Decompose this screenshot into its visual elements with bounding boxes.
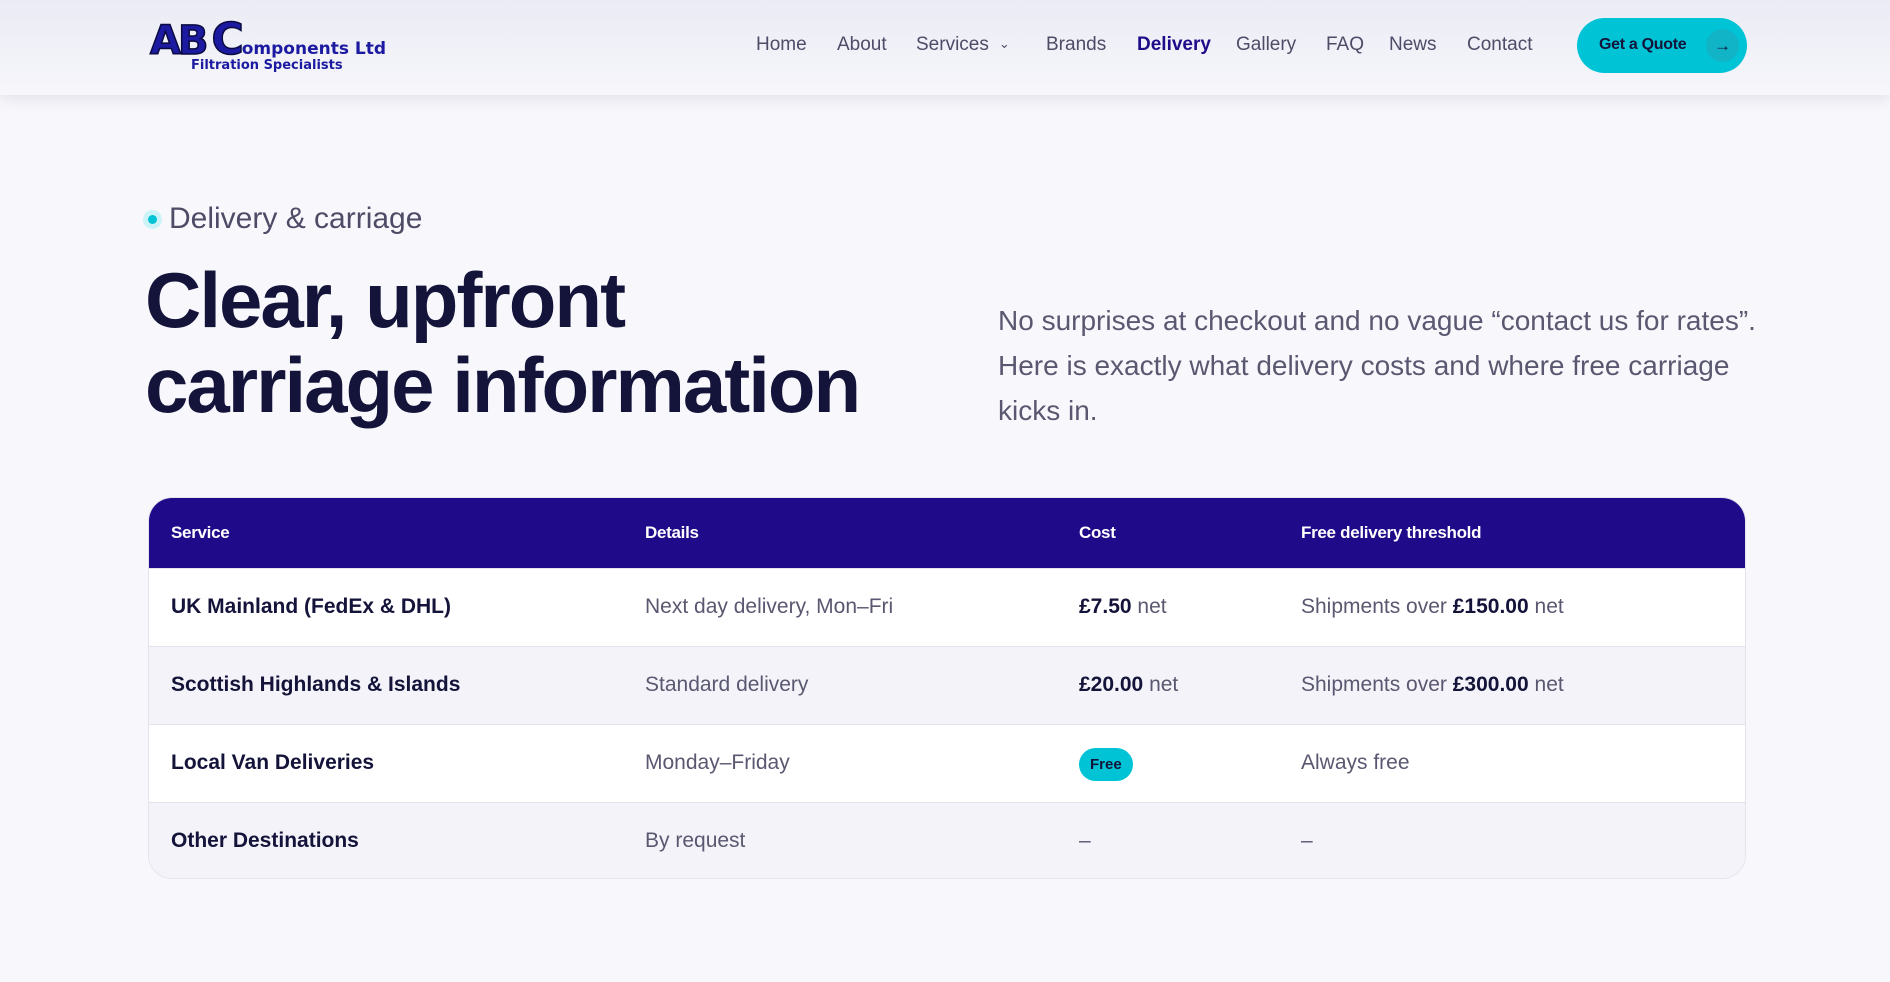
row-service: Local Van Deliveries <box>171 751 375 774</box>
row-details: Standard delivery <box>645 673 809 696</box>
table-row: Scottish Highlands & Islands Standard de… <box>149 646 1745 724</box>
row-threshold: Shipments over £300.00 net <box>1301 673 1564 697</box>
threshold-value: £300.00 <box>1452 673 1529 696</box>
threshold-suffix: net <box>1534 673 1564 696</box>
nav-item-services[interactable]: Services ⌄ <box>916 34 1010 56</box>
nav-item-contact[interactable]: Contact <box>1467 34 1532 56</box>
cost-suffix: net <box>1149 673 1179 696</box>
nav-item-news[interactable]: News <box>1389 34 1437 56</box>
row-service: UK Mainland (FedEx & DHL) <box>171 595 452 618</box>
column-header-free-delivery-threshold: Free delivery threshold <box>1301 523 1482 542</box>
column-header-service: Service <box>171 523 230 542</box>
row-threshold: Always free <box>1301 751 1410 774</box>
free-badge: Free <box>1079 748 1133 781</box>
chevron-down-icon: ⌄ <box>998 36 1010 51</box>
threshold-prefix: Shipments over <box>1301 595 1447 618</box>
row-details: Monday–Friday <box>645 751 790 774</box>
cost-value: £20.00 <box>1079 673 1144 696</box>
table-row: Local Van Deliveries Monday–Friday Free … <box>149 724 1745 802</box>
get-a-quote-label: Get a Quote <box>1599 36 1687 53</box>
nav-item-brands[interactable]: Brands <box>1046 34 1106 56</box>
eyebrow-text: Delivery & carriage <box>169 202 423 235</box>
row-threshold: Shipments over £150.00 net <box>1301 595 1564 619</box>
get-a-quote-button[interactable]: Get a Quote → <box>1577 18 1747 73</box>
page-title-line-1: Clear, upfront <box>145 256 626 344</box>
cost-suffix: net <box>1137 595 1167 618</box>
nav-item-gallery[interactable]: Gallery <box>1236 34 1296 56</box>
row-cost: – <box>1079 829 1091 852</box>
row-details: Next day delivery, Mon–Fri <box>645 595 894 618</box>
table-header: Service Details Cost Free delivery thres… <box>149 498 1745 568</box>
row-cost: £7.50 net <box>1079 595 1167 619</box>
row-details: By request <box>645 829 746 852</box>
nav-item-home[interactable]: Home <box>756 34 807 56</box>
cost-value: £7.50 <box>1079 595 1132 618</box>
row-threshold: – <box>1301 829 1313 852</box>
table-row: UK Mainland (FedEx & DHL) Next day deliv… <box>149 568 1745 646</box>
company-logo[interactable]: AB Components Ltd Filtration Specialists <box>149 13 390 80</box>
nav-item-about[interactable]: About <box>837 34 887 56</box>
nav-item-delivery[interactable]: Delivery <box>1137 34 1211 56</box>
nav-item-faq[interactable]: FAQ <box>1326 34 1364 56</box>
threshold-suffix: net <box>1534 595 1564 618</box>
site-header: AB Components Ltd Filtration Specialists … <box>0 0 1890 95</box>
row-service: Scottish Highlands & Islands <box>171 673 461 696</box>
row-cost: £20.00 net <box>1079 673 1178 697</box>
nav-item-services-label: Services <box>916 34 989 55</box>
column-header-cost: Cost <box>1079 523 1116 542</box>
column-header-details: Details <box>645 523 699 542</box>
threshold-value: £150.00 <box>1452 595 1529 618</box>
threshold-prefix: Shipments over <box>1301 673 1447 696</box>
delivery-table: Service Details Cost Free delivery thres… <box>148 497 1746 879</box>
logo-tagline: Filtration Specialists <box>191 58 343 73</box>
arrow-right-icon: → <box>1706 29 1739 62</box>
table-row: Other Destinations By request – – <box>149 802 1745 878</box>
page-title: Clear, upfront carriage information <box>145 258 945 428</box>
bullet-dot-icon <box>143 210 162 229</box>
row-service: Other Destinations <box>171 829 359 852</box>
hero-description: No surprises at checkout and no vague “c… <box>998 305 1756 426</box>
logo-company-name: omponents Ltd <box>241 39 387 59</box>
page-title-line-2: carriage information <box>145 341 861 429</box>
